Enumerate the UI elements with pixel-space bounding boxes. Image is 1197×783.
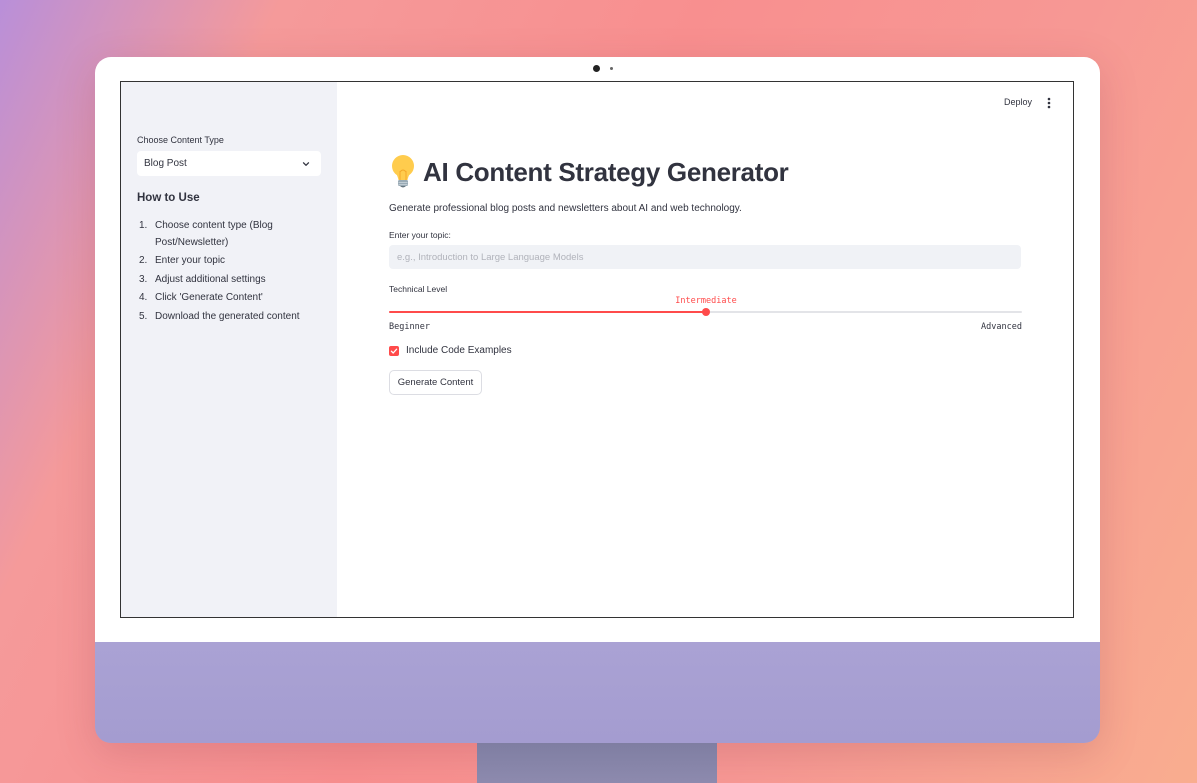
step-text: Adjust additional settings <box>155 273 266 285</box>
include-code-label: Include Code Examples <box>406 345 512 356</box>
slider-value-label: Intermediate <box>675 296 737 306</box>
step-number: 2. <box>139 255 148 266</box>
generate-content-label: Generate Content <box>397 377 474 388</box>
camera-icon <box>593 65 600 72</box>
monitor-stand <box>477 743 717 783</box>
app-window: Choose Content Type Blog Post How to Use… <box>120 81 1074 618</box>
how-to-use-heading: How to Use <box>137 192 200 204</box>
step-text: Enter your topic <box>155 255 226 266</box>
step-text: Click 'Generate Content' <box>155 292 263 303</box>
deploy-button[interactable]: Deploy <box>1004 97 1032 107</box>
list-item: 2. Enter your topic <box>139 253 329 270</box>
step-number: 1. <box>139 220 148 231</box>
step-text: Download the generated content <box>155 310 300 322</box>
topic-input[interactable]: e.g., Introduction to Large Language Mod… <box>389 245 1021 269</box>
topic-placeholder: e.g., Introduction to Large Language Mod… <box>397 251 584 263</box>
technical-level-slider[interactable]: Intermediate Beginner Advanced <box>389 294 1022 332</box>
step-text: Choose content type (Blog Post/Newslette… <box>155 220 273 248</box>
monitor-chin <box>95 642 1100 743</box>
slider-min-label: Beginner <box>389 322 430 332</box>
content-type-label: Choose Content Type <box>137 135 224 145</box>
list-item: 1. Choose content type (Blog Post/Newsle… <box>139 218 329 251</box>
step-number: 4. <box>139 292 148 303</box>
sidebar: Choose Content Type Blog Post How to Use… <box>121 82 337 617</box>
sensor-icon <box>610 67 613 70</box>
topic-label: Enter your topic: <box>389 230 451 240</box>
content-type-select[interactable]: Blog Post <box>137 151 321 176</box>
include-code-checkbox-row[interactable]: Include Code Examples <box>389 345 512 356</box>
more-vertical-icon[interactable] <box>1044 96 1054 110</box>
list-item: 3. Adjust additional settings <box>139 272 329 289</box>
list-item: 4. Click 'Generate Content' <box>139 290 329 307</box>
lightbulb-icon <box>392 155 414 188</box>
include-code-checkbox[interactable] <box>389 345 399 356</box>
page-title: AI Content Strategy Generator <box>423 157 789 187</box>
checkmark-icon <box>390 348 398 354</box>
slider-max-label: Advanced <box>981 322 1022 332</box>
step-number: 5. <box>139 310 148 322</box>
step-number: 3. <box>139 273 148 285</box>
list-item: 5. Download the generated content <box>139 309 329 326</box>
content-type-value: Blog Post <box>144 158 187 169</box>
how-to-use-list: 1. Choose content type (Blog Post/Newsle… <box>139 218 329 327</box>
technical-level-label: Technical Level <box>389 284 448 294</box>
generate-content-button[interactable]: Generate Content <box>389 370 482 395</box>
page-subtitle: Generate professional blog posts and new… <box>389 203 742 214</box>
slider-track-fill <box>389 311 706 313</box>
chevron-down-icon <box>302 161 310 166</box>
slider-thumb[interactable] <box>702 308 710 316</box>
